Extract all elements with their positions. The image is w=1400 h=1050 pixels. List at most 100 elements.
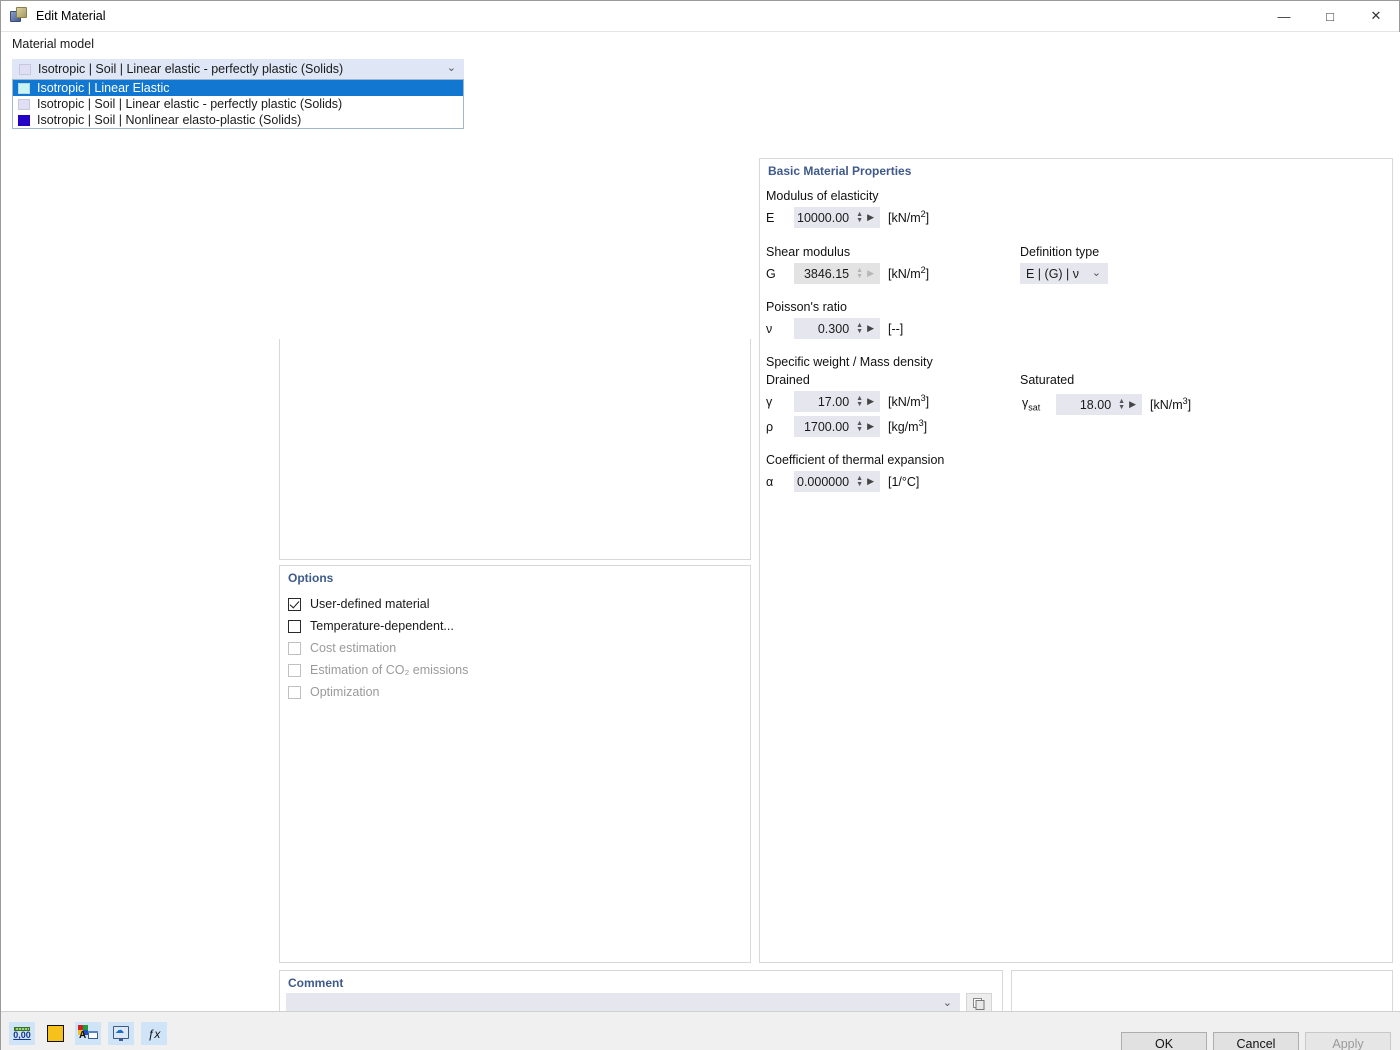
dropdown-option-label: Isotropic | Linear Elastic: [37, 81, 170, 95]
option-label: User-defined material: [310, 597, 430, 611]
material-model-selected-value: Isotropic | Soil | Linear elastic - perf…: [38, 62, 344, 76]
option-color-swatch: [18, 114, 30, 126]
unit-gamma: [kN/m3]: [888, 393, 930, 410]
properties-caption: Basic Material Properties: [768, 164, 912, 178]
more-arrow-icon: ▶: [867, 268, 874, 278]
symbol-alpha: α: [766, 474, 774, 489]
options-caption: Options: [288, 571, 334, 585]
spinner-arrows-icon[interactable]: ▲ ▼: [856, 395, 863, 408]
material-model-empty-area: [279, 339, 751, 560]
value-G: 3846.15: [803, 266, 850, 281]
symbol-G: G: [766, 266, 776, 281]
more-arrow-icon[interactable]: ▶: [867, 421, 874, 432]
material-model-caption: Material model: [12, 37, 94, 51]
label-saturated: Saturated: [1020, 373, 1075, 387]
option-color-swatch: [18, 82, 30, 94]
value-alpha: 0.000000: [797, 474, 850, 489]
dialog-body: List 1 C25/30 | Isotropic | Linear Elast…: [1, 32, 1400, 1050]
material-cube-icon: [10, 7, 28, 25]
option-label: Estimation of CO₂ emissions: [310, 663, 469, 677]
maximize-button[interactable]: □: [1307, 1, 1353, 31]
input-nu[interactable]: 0.300 ▲ ▼ ▶: [794, 318, 880, 339]
options-card: Options User-defined material Temperatur…: [279, 565, 751, 963]
dropdown-option[interactable]: Isotropic | Soil | Linear elastic - perf…: [13, 96, 463, 112]
label-coefficient-thermal-expansion: Coefficient of thermal expansion: [766, 453, 945, 467]
dropdown-option[interactable]: Isotropic | Linear Elastic: [13, 80, 463, 96]
fx-label: ƒx: [147, 1026, 161, 1041]
value-gamma-sat: 18.00: [1079, 397, 1112, 412]
minimize-button[interactable]: —: [1261, 1, 1307, 31]
bottom-bar: 0,00 A ☁ ƒx OK Cancel Apply: [1, 1011, 1400, 1050]
font-a-icon[interactable]: A: [75, 1022, 101, 1045]
chevron-down-icon[interactable]: ⌄: [943, 996, 952, 1009]
input-E[interactable]: 10000.00 ▲ ▼ ▶: [794, 207, 880, 228]
material-model-dropdown-list[interactable]: Isotropic | Linear Elastic Isotropic | S…: [12, 79, 464, 129]
input-gamma[interactable]: 17.00 ▲ ▼ ▶: [794, 391, 880, 412]
spinner-arrows-icon[interactable]: ▲ ▼: [1118, 398, 1125, 411]
checkbox-icon[interactable]: [288, 597, 301, 611]
input-alpha[interactable]: 0.000000 ▲ ▼ ▶: [794, 471, 880, 492]
option-color-swatch: [18, 98, 30, 110]
checkbox-icon: [288, 663, 301, 677]
option-temperature-dependent[interactable]: Temperature-dependent...: [280, 615, 750, 637]
unit-rho: [kg/m3]: [888, 418, 928, 435]
chevron-down-icon[interactable]: ⌄: [1092, 266, 1101, 279]
yellow-color-swatch-icon[interactable]: [42, 1022, 68, 1045]
field-row-rho: ρ 1700.00 ▲ ▼ ▶ [kg/m3]: [766, 416, 927, 437]
spinner-arrows-icon[interactable]: ▲ ▼: [856, 420, 863, 433]
material-model-color-swatch: [19, 63, 31, 75]
cancel-button[interactable]: Cancel: [1213, 1032, 1299, 1050]
more-arrow-icon[interactable]: ▶: [867, 323, 874, 334]
label-drained: Drained: [766, 373, 810, 387]
spinner-arrows-icon[interactable]: ▲ ▼: [856, 322, 863, 335]
input-G: 3846.15 ▲ ▼ ▶: [794, 263, 880, 284]
symbol-nu: ν: [766, 321, 773, 336]
unit-G: [kN/m2]: [888, 265, 930, 282]
checkbox-icon[interactable]: [288, 619, 301, 633]
symbol-rho: ρ: [766, 419, 774, 434]
more-arrow-icon[interactable]: ▶: [867, 476, 874, 487]
label-modulus-of-elasticity: Modulus of elasticity: [766, 189, 879, 203]
material-model-card-highlighted: Material model Isotropic | Soil | Linear…: [1, 32, 1400, 1050]
comment-caption: Comment: [288, 976, 344, 990]
label-poissons-ratio: Poisson's ratio: [766, 300, 847, 314]
option-optimization: Optimization: [280, 681, 750, 703]
material-model-combo[interactable]: Isotropic | Soil | Linear elastic - perf…: [12, 59, 464, 79]
label-shear-modulus: Shear modulus: [766, 245, 851, 259]
value-E: 10000.00: [797, 210, 850, 225]
definition-type-combo[interactable]: E | (G) | ν ⌄: [1020, 263, 1108, 284]
value-rho: 1700.00: [803, 419, 850, 434]
label-definition-type: Definition type: [1020, 245, 1100, 259]
ok-button[interactable]: OK: [1121, 1032, 1207, 1050]
bottom-toolbar: 0,00 A ☁ ƒx: [9, 1022, 167, 1045]
definition-type-value: E | (G) | ν: [1026, 266, 1080, 281]
field-row-gamma: γ 17.00 ▲ ▼ ▶ [kN/m3]: [766, 391, 929, 412]
field-row-alpha: α 0.000000 ▲ ▼ ▶ [1/°C]: [766, 471, 919, 492]
input-gamma-sat[interactable]: 18.00 ▲ ▼ ▶: [1056, 394, 1142, 415]
apply-button: Apply: [1305, 1032, 1391, 1050]
option-user-defined-material[interactable]: User-defined material: [280, 593, 750, 615]
option-cost-estimation: Cost estimation: [280, 637, 750, 659]
numeric-0-00-icon[interactable]: 0,00: [9, 1022, 35, 1045]
more-arrow-icon[interactable]: ▶: [1129, 399, 1136, 410]
input-rho[interactable]: 1700.00 ▲ ▼ ▶: [794, 416, 880, 437]
spinner-arrows-icon: ▲ ▼: [856, 266, 864, 280]
monitor-icon[interactable]: ☁: [108, 1022, 134, 1045]
option-label: Cost estimation: [310, 641, 397, 655]
field-row-nu: ν 0.300 ▲ ▼ ▶ [--]: [766, 318, 903, 339]
spinner-arrows-icon[interactable]: ▲ ▼: [856, 475, 863, 488]
spinner-arrows-icon[interactable]: ▲ ▼: [856, 211, 863, 224]
edit-material-window: Edit Material — □ ✕ List 1 C25/30 | Isot…: [0, 0, 1400, 1050]
unit-nu: [--]: [888, 321, 904, 336]
option-label: Temperature-dependent...: [310, 619, 454, 633]
unit-alpha: [1/°C]: [888, 474, 920, 489]
close-button[interactable]: ✕: [1353, 1, 1399, 31]
fx-formula-icon[interactable]: ƒx: [141, 1022, 167, 1045]
dropdown-option[interactable]: Isotropic | Soil | Nonlinear elasto-plas…: [13, 112, 463, 128]
chevron-down-icon[interactable]: ⌄: [447, 61, 456, 74]
decimal-label: 0,00: [13, 1030, 31, 1040]
option-co2-emissions: Estimation of CO₂ emissions: [280, 659, 750, 681]
field-row-gamma-sat: γsat 18.00 ▲ ▼ ▶ [kN/m3]: [1022, 394, 1191, 415]
more-arrow-icon[interactable]: ▶: [867, 212, 874, 223]
more-arrow-icon[interactable]: ▶: [867, 396, 874, 407]
